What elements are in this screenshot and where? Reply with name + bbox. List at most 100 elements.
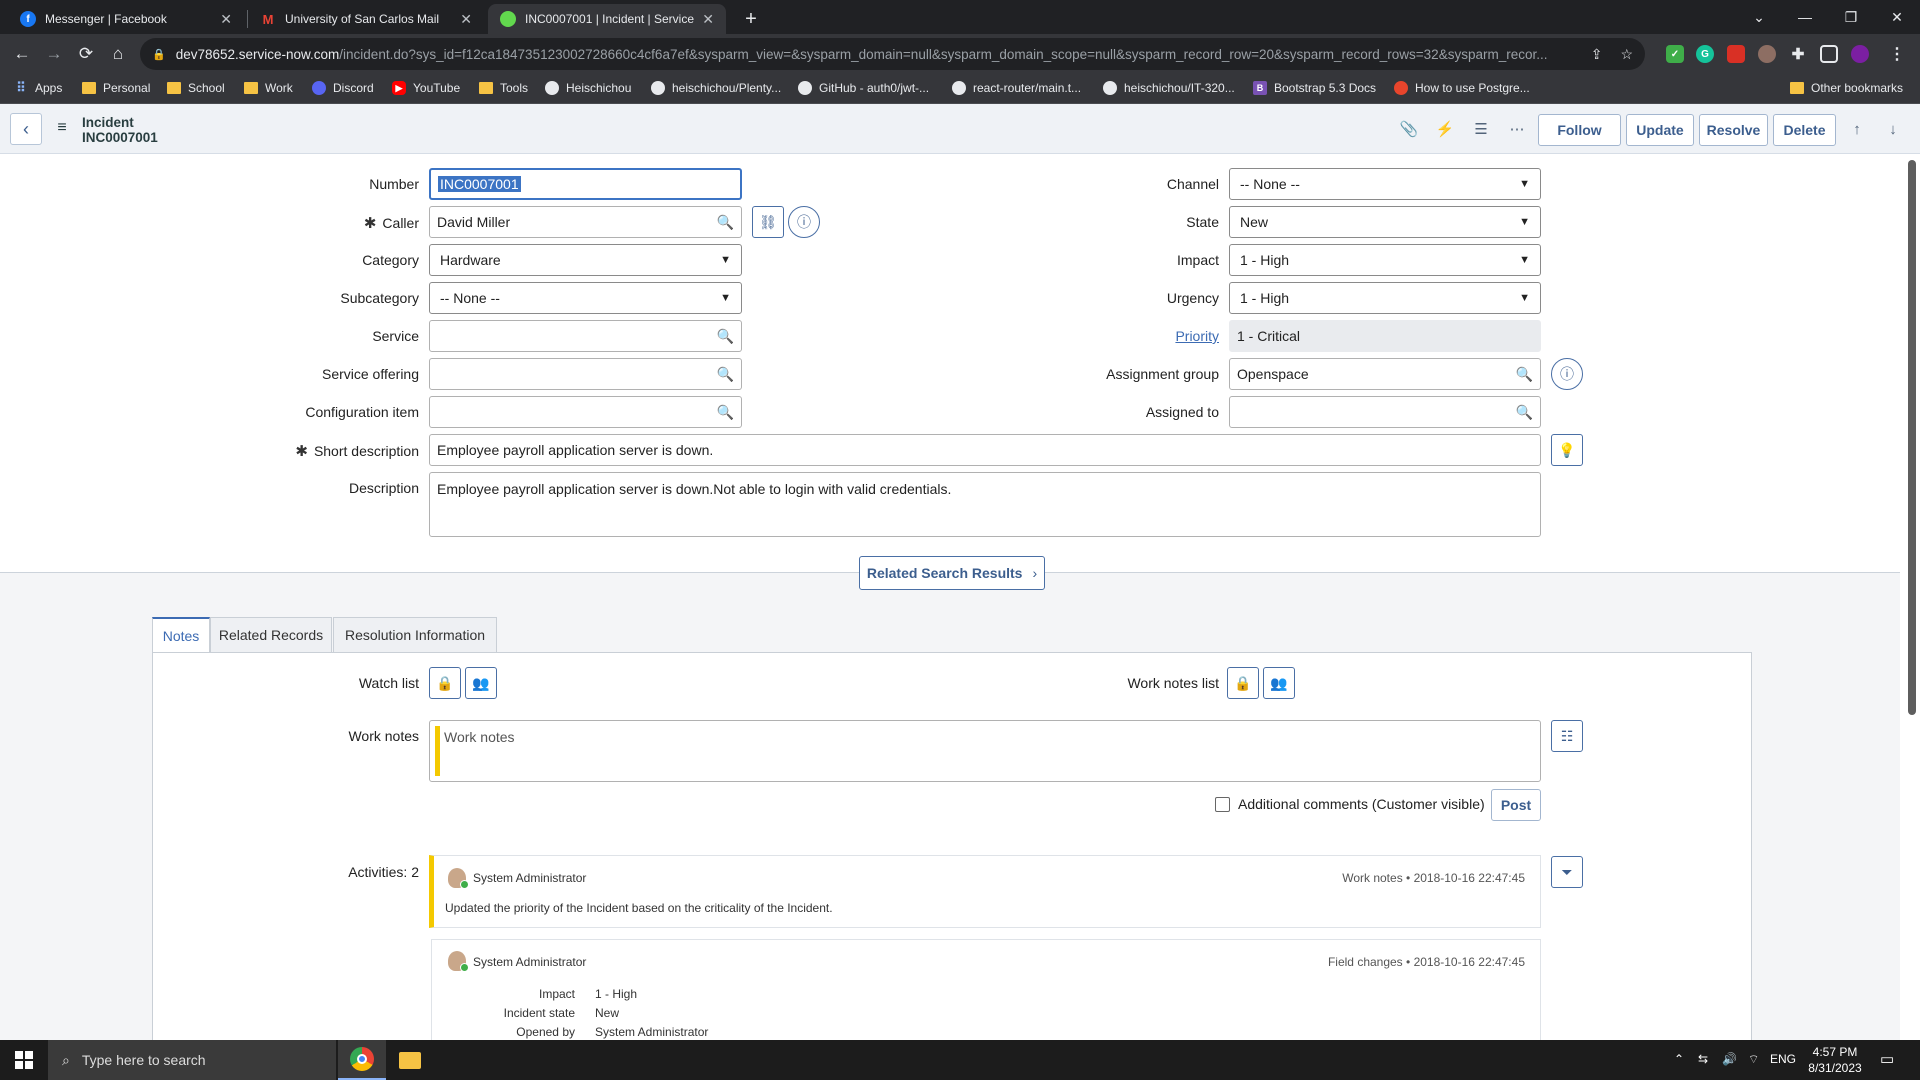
bookmark-personal[interactable]: Personal (82, 81, 150, 95)
close-tab-icon[interactable]: ✕ (460, 11, 472, 28)
more-options-icon[interactable]: ⋯ (1506, 118, 1528, 140)
side-panel-icon[interactable] (1820, 45, 1838, 63)
work-notes-list-add-me-icon[interactable]: 👥 (1263, 667, 1295, 699)
bookmark-react-router[interactable]: react-router/main.t... (952, 81, 1081, 95)
state-select[interactable]: New ▼ (1229, 206, 1541, 238)
context-menu-icon[interactable]: ≡ (52, 118, 72, 138)
assignment-group-info-icon[interactable]: ⓘ (1551, 358, 1583, 390)
assigned-to-input[interactable] (1229, 396, 1510, 428)
cookie-extension-icon[interactable] (1758, 45, 1776, 63)
caller-lookup-search-icon[interactable]: 🔍 (710, 206, 742, 238)
impact-select[interactable]: 1 - High ▼ (1229, 244, 1541, 276)
back-button[interactable]: ‹ (10, 113, 42, 145)
caller-input[interactable]: David Miller (429, 206, 711, 238)
assignment-group-lookup-search-icon[interactable]: 🔍 (1509, 358, 1541, 390)
activity-stream-icon[interactable]: ⚡ (1434, 118, 1456, 140)
previous-record-arrow-icon[interactable]: ↑ (1846, 118, 1868, 140)
close-window-button[interactable]: ✕ (1874, 0, 1920, 34)
assigned-to-lookup-search-icon[interactable]: 🔍 (1509, 396, 1541, 428)
category-select[interactable]: Hardware ▼ (429, 244, 742, 276)
language-indicator[interactable]: ENG (1770, 1052, 1796, 1066)
bookmark-star-icon[interactable]: ☆ (1620, 46, 1633, 63)
attachment-paperclip-icon[interactable]: 📎 (1398, 118, 1420, 140)
bookmark-youtube[interactable]: ▶ YouTube (392, 81, 460, 95)
caller-hierarchy-icon[interactable]: ⛓ (752, 206, 784, 238)
network-icon[interactable]: ⇆ (1698, 1052, 1708, 1066)
personalize-form-icon[interactable]: ☰ (1470, 118, 1492, 140)
channel-select[interactable]: -- None -- ▼ (1229, 168, 1541, 200)
notifications-icon[interactable]: ▭ (1880, 1050, 1894, 1068)
chrome-taskbar-button[interactable] (338, 1040, 386, 1080)
work-notes-textarea[interactable]: Work notes (429, 720, 1541, 782)
show-hidden-icons-chevron-icon[interactable]: ⌃ (1674, 1052, 1684, 1066)
bookmark-bootstrap[interactable]: B Bootstrap 5.3 Docs (1253, 81, 1376, 95)
service-lookup-search-icon[interactable]: 🔍 (710, 320, 742, 352)
share-icon[interactable]: ⇪ (1591, 46, 1603, 63)
configuration-item-lookup-search-icon[interactable]: 🔍 (710, 396, 742, 428)
grammarly-extension-icon[interactable]: G (1696, 45, 1714, 63)
home-icon[interactable]: ⌂ (104, 40, 132, 68)
caller-info-icon[interactable]: ⓘ (788, 206, 820, 238)
service-input[interactable] (429, 320, 711, 352)
tab-resolution-information[interactable]: Resolution Information (333, 617, 497, 652)
extensions-puzzle-icon[interactable]: ✚ (1789, 45, 1807, 63)
service-offering-lookup-search-icon[interactable]: 🔍 (710, 358, 742, 390)
short-description-input[interactable]: Employee payroll application server is d… (429, 434, 1541, 466)
activity-filter-icon[interactable]: ⏷ (1551, 856, 1583, 888)
more-menu-icon[interactable]: ⋮ (1888, 45, 1906, 63)
bookmark-heischichou[interactable]: Heischichou (545, 81, 631, 95)
bookmark-it320[interactable]: heischichou/IT-320... (1103, 81, 1235, 95)
toggle-multiple-input-icon[interactable]: ☷ (1551, 720, 1583, 752)
assignment-group-input[interactable]: Openspace (1229, 358, 1510, 390)
tab-related-records[interactable]: Related Records (210, 617, 332, 652)
bookmark-jwt[interactable]: GitHub - auth0/jwt-... (798, 81, 929, 95)
minimize-window-button[interactable]: — (1782, 0, 1828, 34)
address-bar[interactable]: 🔒 dev78652.service-now.com/incident.do?s… (140, 38, 1645, 70)
tab-search-icon[interactable]: ⌄ (1736, 0, 1782, 34)
browser-tab-servicenow[interactable]: INC0007001 | Incident | ServiceNow ✕ (488, 4, 726, 34)
subcategory-select[interactable]: -- None -- ▼ (429, 282, 742, 314)
new-tab-button[interactable]: + (738, 6, 764, 32)
reload-icon[interactable]: ⟳ (72, 40, 100, 68)
bookmark-work[interactable]: Work (244, 81, 293, 95)
close-tab-icon[interactable]: ✕ (702, 11, 714, 28)
post-button[interactable]: Post (1491, 789, 1541, 821)
watch-list-lock-icon[interactable]: 🔒 (429, 667, 461, 699)
profile-avatar[interactable] (1851, 45, 1869, 63)
bookmark-apps[interactable]: ⠿ Apps (14, 80, 62, 95)
browser-tab-mail[interactable]: M University of San Carlos Mail ✕ (248, 4, 484, 34)
description-textarea[interactable]: Employee payroll application server is d… (429, 472, 1541, 537)
follow-button[interactable]: Follow (1538, 114, 1621, 146)
close-tab-icon[interactable]: ✕ (220, 11, 232, 28)
bookmark-other[interactable]: Other bookmarks (1790, 81, 1903, 95)
related-search-results-button[interactable]: Related Search Results › (859, 556, 1045, 590)
windows-start-button[interactable] (0, 1040, 48, 1080)
service-offering-input[interactable] (429, 358, 711, 390)
wifi-icon[interactable]: ⌔ (1748, 1052, 1759, 1067)
tab-notes[interactable]: Notes (152, 617, 210, 653)
bookmark-postgres[interactable]: How to use Postgre... (1394, 81, 1530, 95)
update-button[interactable]: Update (1626, 114, 1694, 146)
back-arrow-icon[interactable]: ← (8, 40, 36, 68)
resolve-button[interactable]: Resolve (1699, 114, 1768, 146)
file-explorer-taskbar-button[interactable] (386, 1040, 434, 1080)
forward-arrow-icon[interactable]: → (40, 40, 68, 68)
watch-list-add-me-icon[interactable]: 👥 (465, 667, 497, 699)
taskbar-clock[interactable]: 4:57 PM 8/31/2023 (1800, 1044, 1870, 1076)
bookmark-school[interactable]: School (167, 81, 225, 95)
bookmark-extension-icon[interactable] (1727, 45, 1745, 63)
browser-tab-messenger[interactable]: f Messenger | Facebook ✕ (8, 4, 244, 34)
taskbar-search-box[interactable]: ⌕ Type here to search (48, 1040, 336, 1080)
volume-icon[interactable]: 🔊 (1722, 1052, 1737, 1066)
urgency-select[interactable]: 1 - High ▼ (1229, 282, 1541, 314)
shield-extension-icon[interactable]: ✓ (1666, 45, 1684, 63)
bookmark-tools[interactable]: Tools (479, 81, 528, 95)
restore-window-button[interactable]: ❐ (1828, 0, 1874, 34)
next-record-arrow-icon[interactable]: ↓ (1882, 118, 1904, 140)
priority-link[interactable]: Priority (1175, 328, 1219, 344)
bookmark-discord[interactable]: Discord (312, 81, 374, 95)
number-input[interactable]: INC0007001 (429, 168, 742, 200)
bookmark-plenty[interactable]: heischichou/Plenty... (651, 81, 781, 95)
page-scrollbar-thumb[interactable] (1908, 160, 1916, 715)
delete-button[interactable]: Delete (1773, 114, 1836, 146)
